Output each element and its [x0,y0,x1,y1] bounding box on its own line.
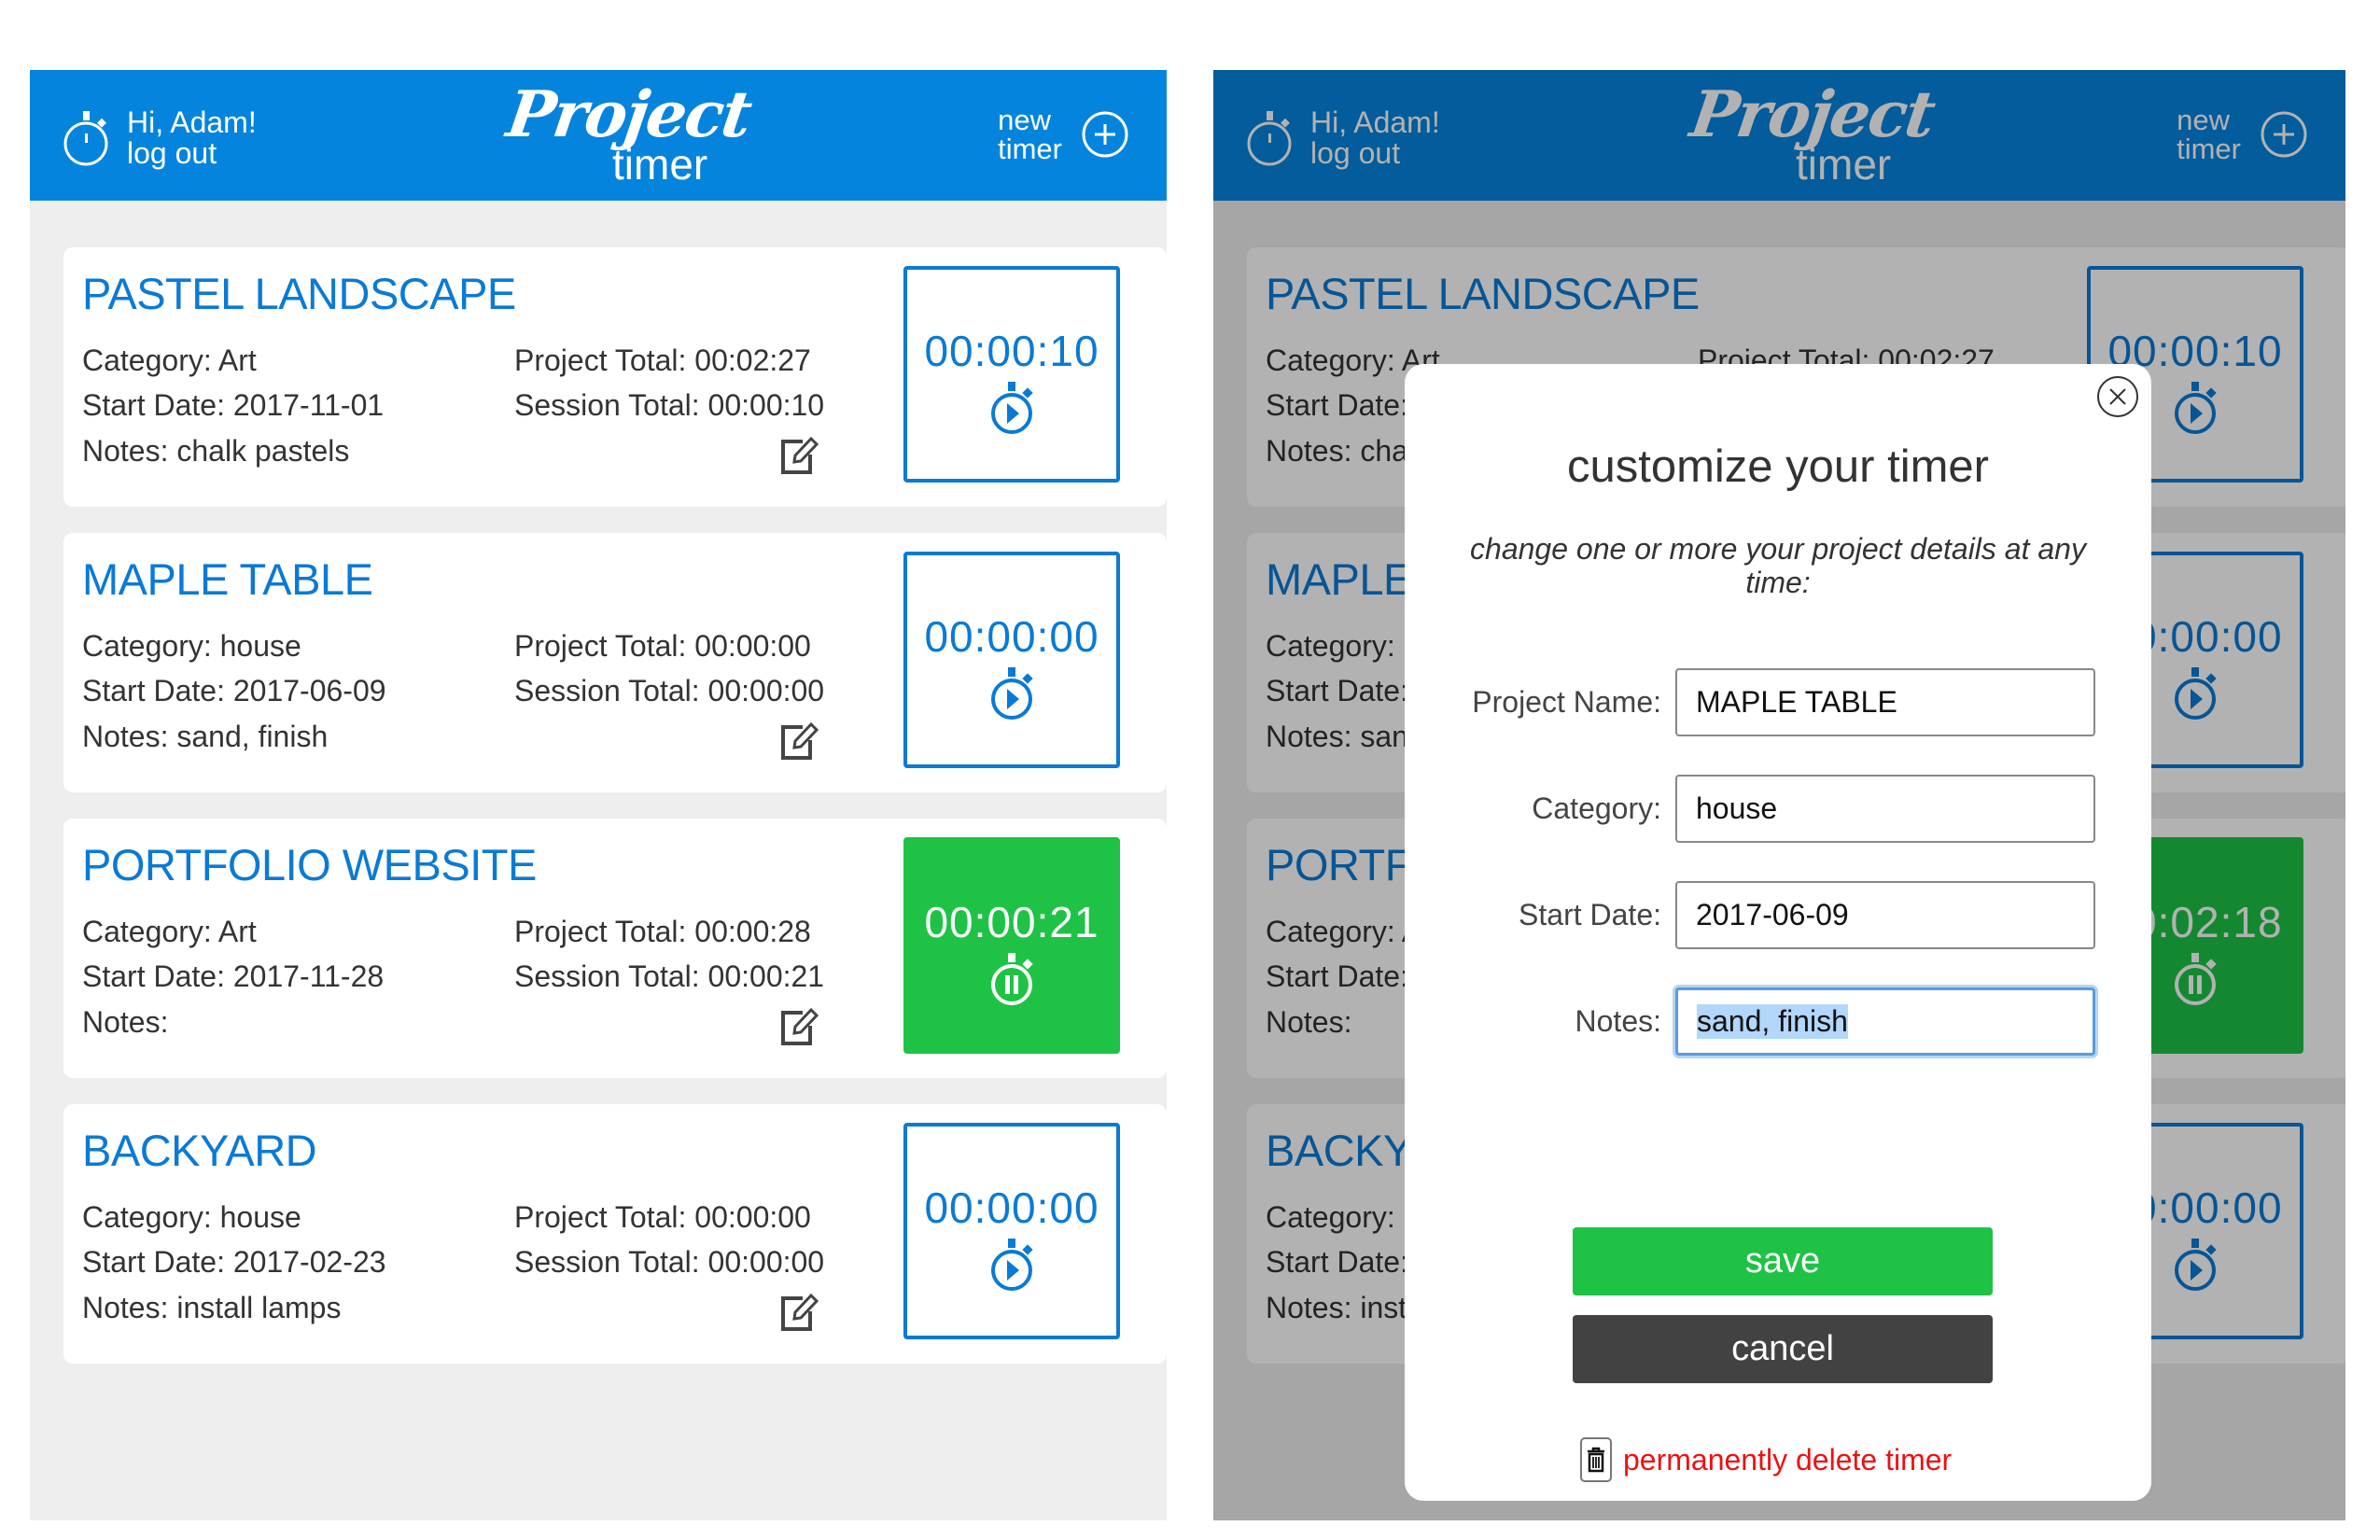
new-timer-label-line1: new [998,104,1051,136]
category-label: Category: [1532,791,1661,825]
project-title: BACKYARD [82,1126,317,1175]
cancel-button[interactable]: cancel [1573,1315,1993,1383]
delete-timer-link[interactable]: permanently delete timer [1580,1437,1952,1482]
stopwatch-pause-icon [986,951,1038,1007]
modal-description: change one or more your project details … [1470,532,2086,599]
app-logo: Project timer [502,77,754,193]
edit-icon[interactable] [780,1293,819,1332]
project-notes: Notes: install lamps [82,1291,342,1324]
project-notes: Notes: [82,1005,169,1039]
session-total: Session Total: 00:00:00 [514,674,825,707]
stopwatch-icon [63,111,108,166]
user-menu: Hi, Adam! log out [62,107,257,169]
trash-icon [1580,1437,1612,1482]
project-start-date: Start Date: 2017-02-23 [82,1245,386,1279]
customize-timer-modal: customize your timer change one or more … [1405,364,2151,1501]
timer-display: 00:00:00 [924,612,1099,661]
start-date-label: Start Date: [1519,898,1661,931]
timer-display: 00:00:21 [924,898,1099,946]
project-category: Category: house [82,629,301,663]
project-start-date: Start Date: 2017-11-01 [82,388,385,422]
project-name-label: Project Name: [1472,685,1661,719]
project-title: PORTFOLIO WEBSITE [82,840,537,889]
start-date-field: Start Date: [1405,881,2151,949]
timer-toggle-button[interactable]: 00:00:21 [903,837,1120,1054]
session-total: Session Total: 00:00:21 [514,959,825,993]
save-button[interactable]: save [1573,1227,1993,1295]
session-total: Session Total: 00:00:10 [514,388,825,422]
project-start-date: Start Date: 2017-06-09 [82,674,386,707]
new-timer-button[interactable]: new timer [998,105,1129,163]
category-input[interactable] [1675,775,2095,843]
close-icon[interactable] [2096,375,2139,418]
project-notes: Notes: sand, finish [82,720,329,753]
app-header: Hi, Adam! log out Project timer new time… [30,70,1167,201]
project-card: MAPLE TABLE Category: house Start Date: 20… [63,533,1167,792]
timer-toggle-button[interactable]: 00:00:00 [903,1123,1120,1339]
project-category: Category: Art [82,343,257,377]
project-start-date: Start Date: 2017-11-28 [82,959,385,993]
edit-icon[interactable] [780,436,819,475]
project-title: PASTEL LANDSCAPE [82,269,516,318]
greeting-text: Hi, Adam! [127,105,257,139]
project-card: PORTFOLIO WEBSITE Category: Art Start Date… [63,819,1167,1078]
project-total: Project Total: 00:00:28 [514,915,811,948]
project-category: Category: Art [82,915,257,948]
logout-link[interactable]: log out [127,138,257,169]
edit-icon[interactable] [780,1007,819,1046]
stopwatch-play-icon [986,665,1038,721]
notes-field: Notes: [1405,987,2151,1056]
project-total: Project Total: 00:02:27 [514,343,811,377]
stopwatch-play-icon [986,1237,1038,1293]
start-date-input[interactable] [1675,881,2095,949]
timer-display: 00:00:10 [924,327,1099,375]
project-card: BACKYARD Category: house Start Date: 2017-… [63,1104,1167,1364]
new-timer-label-line2: timer [998,133,1062,165]
project-title: MAPLE TABLE [82,554,373,604]
edit-icon[interactable] [780,721,819,761]
session-total: Session Total: 00:00:00 [514,1245,825,1279]
category-field: Category: [1405,775,2151,843]
modal-title: customize your timer [1566,441,1989,492]
stopwatch-play-icon [986,380,1038,436]
project-card: PASTEL LANDSCAPE Category: Art Start Date:… [63,247,1167,507]
project-notes: Notes: chalk pastels [82,434,350,468]
app-screen-edit-modal: Hi, Adam! log out Project timer new time… [1213,70,2345,1520]
app-screen-main: Hi, Adam! log out Project timer new time… [30,70,1167,1520]
project-category: Category: house [82,1200,301,1234]
timer-toggle-button[interactable]: 00:00:10 [903,266,1120,483]
delete-timer-label: permanently delete timer [1623,1442,1953,1477]
logo-sub-text: timer [612,140,708,189]
plus-circle-icon [1082,111,1128,158]
timer-toggle-button[interactable]: 00:00:00 [903,552,1120,768]
timer-display: 00:00:00 [924,1183,1099,1232]
project-name-field: Project Name: [1405,668,2151,736]
notes-label: Notes: [1575,1004,1661,1038]
notes-input[interactable] [1675,987,2095,1056]
project-name-input[interactable] [1675,668,2095,736]
project-total: Project Total: 00:00:00 [514,629,811,663]
project-total: Project Total: 00:00:00 [514,1200,811,1234]
